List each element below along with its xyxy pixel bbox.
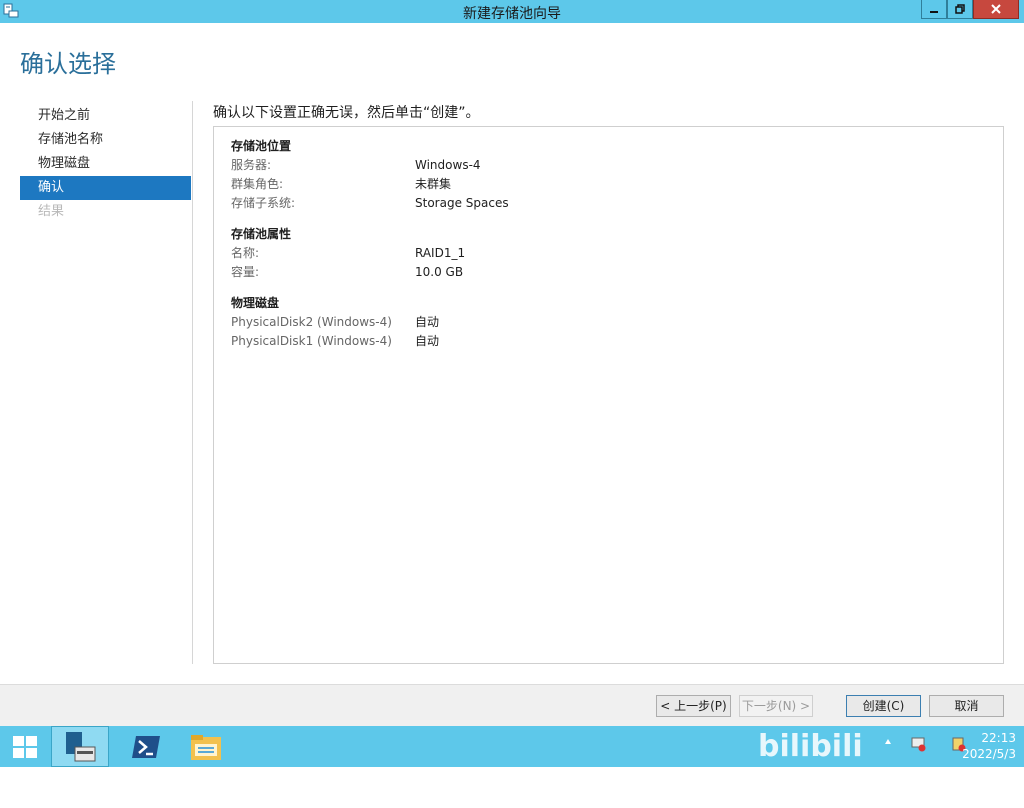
summary-panel: 存储池位置 服务器: Windows-4 群集角色: 未群集 存储子系统: St… bbox=[213, 126, 1004, 664]
nav-item-before-you-begin[interactable]: 开始之前 bbox=[20, 104, 191, 128]
row-value: Storage Spaces bbox=[415, 196, 509, 210]
minimize-icon bbox=[930, 11, 938, 13]
section-title: 存储池属性 bbox=[231, 227, 292, 241]
page-title: 确认选择 bbox=[20, 50, 116, 78]
section-physical-disks: 物理磁盘 PhysicalDisk2 (Windows-4) 自动 Physic… bbox=[231, 294, 931, 351]
taskbar-powershell[interactable] bbox=[118, 726, 174, 767]
row-key: 名称: bbox=[231, 246, 260, 260]
next-button: 下一步(N) > bbox=[739, 695, 813, 717]
nav-item-confirmation[interactable]: 确认 bbox=[20, 176, 191, 200]
folder-icon bbox=[191, 734, 221, 760]
previous-button[interactable]: < 上一步(P) bbox=[656, 695, 731, 717]
nav-divider bbox=[192, 101, 193, 664]
nav-item-results: 结果 bbox=[38, 204, 65, 219]
create-button[interactable]: 创建(C) bbox=[846, 695, 921, 717]
server-manager-icon bbox=[66, 731, 96, 761]
row-value: 自动 bbox=[415, 334, 440, 348]
taskbar-file-explorer[interactable] bbox=[178, 726, 234, 767]
row-key: 群集角色: bbox=[231, 177, 284, 191]
windows-logo-icon bbox=[13, 735, 37, 758]
start-button[interactable] bbox=[0, 726, 50, 767]
minimize-button[interactable] bbox=[921, 0, 947, 19]
summary-row-name: 名称: RAID1_1 bbox=[231, 244, 931, 263]
window-title: 新建存储池向导 bbox=[463, 6, 561, 22]
video-watermark: bilibili iTeNobody bbox=[758, 729, 934, 805]
section-pool-properties: 存储池属性 名称: RAID1_1 容量: 10.0 GB bbox=[231, 225, 931, 282]
row-value: Windows-4 bbox=[415, 158, 481, 172]
summary-row-subsystem: 存储子系统: Storage Spaces bbox=[231, 194, 931, 213]
row-value: RAID1_1 bbox=[415, 246, 466, 260]
row-value: 10.0 GB bbox=[415, 265, 464, 279]
nav-item-pool-name[interactable]: 存储池名称 bbox=[20, 128, 191, 152]
row-value: 未群集 bbox=[415, 177, 452, 191]
taskbar-server-manager[interactable] bbox=[51, 726, 109, 767]
summary-row-disk: PhysicalDisk1 (Windows-4) 自动 bbox=[231, 332, 931, 351]
section-title: 存储池位置 bbox=[231, 139, 292, 153]
powershell-icon bbox=[132, 735, 160, 758]
summary-row-disk: PhysicalDisk2 (Windows-4) 自动 bbox=[231, 313, 931, 332]
wizard-steps-nav: 开始之前 存储池名称 物理磁盘 确认 结果 bbox=[20, 104, 191, 224]
row-key: PhysicalDisk2 (Windows-4) bbox=[231, 315, 392, 329]
cancel-button[interactable]: 取消 bbox=[929, 695, 1004, 717]
row-key: 容量: bbox=[231, 265, 260, 279]
row-value: 自动 bbox=[415, 315, 440, 329]
summary-row-server: 服务器: Windows-4 bbox=[231, 156, 931, 175]
close-icon bbox=[991, 4, 1001, 14]
summary-row-cluster-role: 群集角色: 未群集 bbox=[231, 175, 931, 194]
restore-icon bbox=[955, 4, 965, 14]
close-button[interactable] bbox=[973, 0, 1019, 19]
instruction-text: 确认以下设置正确无误，然后单击“创建”。 bbox=[213, 105, 480, 121]
section-title: 物理磁盘 bbox=[231, 296, 280, 310]
title-bar[interactable]: 新建存储池向导 bbox=[0, 0, 1024, 23]
summary-row-capacity: 容量: 10.0 GB bbox=[231, 263, 931, 282]
nav-item-physical-disks[interactable]: 物理磁盘 bbox=[20, 152, 191, 176]
row-key: 服务器: bbox=[231, 158, 272, 172]
section-pool-location: 存储池位置 服务器: Windows-4 群集角色: 未群集 存储子系统: St… bbox=[231, 137, 931, 213]
restore-button[interactable] bbox=[947, 0, 973, 19]
row-key: 存储子系统: bbox=[231, 196, 296, 210]
row-key: PhysicalDisk1 (Windows-4) bbox=[231, 334, 392, 348]
